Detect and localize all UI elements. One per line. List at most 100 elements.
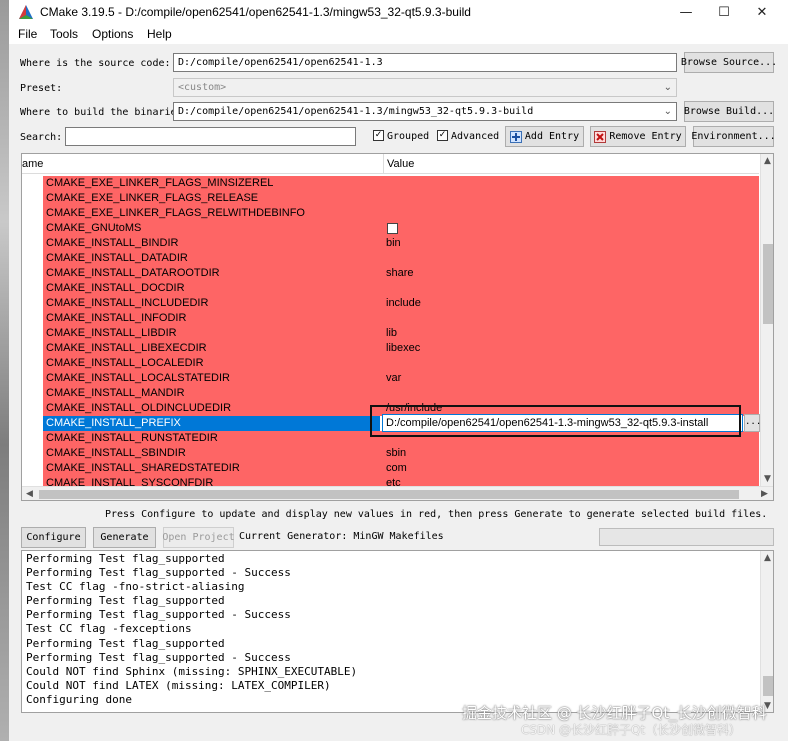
table-row[interactable]: CMAKE_INSTALL_DATAROOTDIR share — [43, 266, 759, 281]
progress-bar — [599, 528, 774, 546]
cache-variables-table: ame Value CMAKE_EXE_LINKER_FLAGS_MINSIZE… — [21, 153, 774, 501]
log-line: Performing Test flag_supported - Success — [26, 608, 291, 622]
table-row[interactable]: CMAKE_EXE_LINKER_FLAGS_RELWITHDEBINFO — [43, 206, 759, 221]
row-value: libexec — [386, 342, 421, 354]
open-project-button[interactable]: Open Project — [162, 527, 235, 548]
row-name: CMAKE_INSTALL_SBINDIR — [46, 447, 186, 459]
table-rows: CMAKE_EXE_LINKER_FLAGS_MINSIZEREL CMAKE_E… — [43, 176, 759, 486]
table-row[interactable]: CMAKE_INSTALL_LOCALSTATEDIR var — [43, 371, 759, 386]
row-value: com — [386, 462, 407, 474]
menu-options[interactable]: Options — [92, 27, 133, 41]
log-line: Performing Test flag_supported — [26, 552, 225, 565]
row-name: CMAKE_INSTALL_LOCALEDIR — [46, 357, 204, 369]
row-name: CMAKE_INSTALL_SHAREDSTATEDIR — [46, 462, 240, 474]
row-name: CMAKE_GNUtoMS — [46, 222, 142, 234]
table-row[interactable]: CMAKE_INSTALL_BINDIR bin — [43, 236, 759, 251]
column-header-value[interactable]: Value — [387, 158, 414, 170]
advanced-checkbox[interactable]: ✓ — [437, 130, 448, 141]
table-row[interactable]: CMAKE_INSTALL_SBINDIR sbin — [43, 446, 759, 461]
table-row[interactable]: CMAKE_EXE_LINKER_FLAGS_MINSIZEREL — [43, 176, 759, 191]
row-name: CMAKE_INSTALL_RUNSTATEDIR — [46, 432, 218, 444]
log-scrollbar[interactable]: ▲ ▼ — [760, 551, 773, 712]
column-divider — [383, 154, 384, 174]
configure-hint-text: Press Configure to update and display ne… — [105, 509, 768, 520]
table-row[interactable]: CMAKE_INSTALL_SHAREDSTATEDIR com — [43, 461, 759, 476]
maximize-button[interactable]: ☐ — [705, 0, 743, 24]
minimize-icon: — — [679, 4, 693, 20]
remove-entry-label: Remove Entry — [609, 131, 682, 142]
table-row[interactable]: CMAKE_INSTALL_DATADIR — [43, 251, 759, 266]
table-row[interactable]: CMAKE_INSTALL_LIBDIR lib — [43, 326, 759, 341]
current-generator-text: Current Generator: MinGW Makefiles — [239, 531, 444, 542]
row-value-checkbox[interactable] — [387, 223, 398, 234]
browse-build-button[interactable]: Browse Build... — [684, 101, 774, 122]
preset-select[interactable]: <custom> ⌄ — [173, 78, 677, 97]
scroll-left-icon[interactable]: ◀ — [26, 489, 33, 499]
row-value: etc — [386, 477, 401, 486]
build-path-combobox[interactable]: D:/compile/open62541/open62541-1.3/mingw… — [173, 102, 677, 121]
table-row[interactable]: CMAKE_INSTALL_LOCALEDIR — [43, 356, 759, 371]
chevron-down-icon: ⌄ — [663, 106, 672, 117]
environment-button[interactable]: Environment... — [691, 126, 776, 147]
vertical-scrollbar[interactable]: ▲ ▼ — [760, 154, 773, 486]
row-name: CMAKE_EXE_LINKER_FLAGS_RELWITHDEBINFO — [46, 207, 305, 219]
menu-bar: File Tools Options Help — [9, 24, 788, 44]
grouped-checkbox[interactable]: ✓ — [373, 130, 384, 141]
add-entry-button[interactable]: Add Entry — [505, 126, 584, 147]
scroll-up-icon[interactable]: ▲ — [764, 156, 771, 166]
source-path-input[interactable]: D:/compile/open62541/open62541-1.3 — [173, 53, 677, 72]
log-line: Could NOT find LATEX (missing: LATEX_COM… — [26, 678, 331, 692]
table-row[interactable]: CMAKE_EXE_LINKER_FLAGS_RELEASE — [43, 191, 759, 206]
log-line: Could NOT find Sphinx (missing: SPHINX_E… — [26, 664, 358, 678]
watermark-text: 掘金技术社区 @ 长沙红胖子Qt_长沙创微智科 — [462, 704, 767, 722]
close-button[interactable]: ✕ — [743, 0, 781, 24]
install-prefix-browse-button[interactable]: ... — [744, 414, 761, 432]
log-line: Test CC flag -fno-strict-aliasing — [26, 580, 245, 594]
tree-indent-column — [23, 176, 43, 486]
table-row[interactable]: CMAKE_GNUtoMS — [43, 221, 759, 236]
row-name: CMAKE_INSTALL_LIBEXECDIR — [46, 342, 207, 354]
row-name: CMAKE_INSTALL_LIBDIR — [46, 327, 177, 339]
menu-help[interactable]: Help — [147, 27, 172, 41]
table-row[interactable]: CMAKE_INSTALL_SYSCONFDIR etc — [43, 476, 759, 486]
log-scroll-thumb[interactable] — [763, 676, 773, 696]
horizontal-scrollbar[interactable]: ◀ ▶ — [22, 486, 773, 500]
row-name: CMAKE_EXE_LINKER_FLAGS_RELEASE — [46, 192, 259, 204]
minimize-button[interactable]: — — [667, 0, 705, 24]
cmake-logo-icon — [19, 5, 33, 19]
table-row[interactable]: CMAKE_INSTALL_MANDIR — [43, 386, 759, 401]
row-name: CMAKE_INSTALL_DATADIR — [46, 252, 188, 264]
row-name: CMAKE_INSTALL_DOCDIR — [46, 282, 185, 294]
chevron-down-icon: ⌄ — [663, 82, 672, 93]
scroll-down-icon[interactable]: ▼ — [764, 474, 771, 484]
table-row[interactable]: CMAKE_INSTALL_RUNSTATEDIR — [43, 431, 759, 446]
menu-file[interactable]: File — [18, 27, 37, 41]
column-header-name[interactable]: ame — [22, 158, 43, 170]
background-window-strip — [0, 0, 9, 741]
log-line: Performing Test flag_supported - Success — [26, 566, 291, 580]
table-row[interactable]: CMAKE_INSTALL_INFODIR — [43, 311, 759, 326]
scroll-right-icon[interactable]: ▶ — [761, 489, 768, 499]
close-icon: ✕ — [756, 4, 768, 20]
preset-label: Preset: — [20, 83, 63, 94]
window-title: CMake 3.19.5 - D:/compile/open62541/open… — [40, 5, 471, 19]
vertical-scroll-thumb[interactable] — [763, 244, 773, 324]
table-row[interactable]: CMAKE_INSTALL_LIBEXECDIR libexec — [43, 341, 759, 356]
row-value: /usr/include — [386, 402, 443, 414]
horizontal-scroll-thumb[interactable] — [39, 490, 739, 499]
row-value: var — [386, 372, 402, 384]
scroll-up-icon[interactable]: ▲ — [764, 553, 771, 563]
log-line: Performing Test flag_supported — [26, 594, 225, 608]
output-log[interactable]: Performing Test flag_supported Performing… — [21, 550, 774, 713]
menu-tools[interactable]: Tools — [50, 27, 78, 41]
remove-entry-button[interactable]: Remove Entry — [590, 126, 686, 147]
configure-button[interactable]: Configure — [21, 527, 86, 548]
search-input[interactable] — [65, 127, 356, 146]
table-row[interactable]: CMAKE_INSTALL_DOCDIR — [43, 281, 759, 296]
generate-button[interactable]: Generate — [93, 527, 156, 548]
browse-source-button[interactable]: Browse Source... — [681, 52, 777, 73]
table-row[interactable]: CMAKE_INSTALL_INCLUDEDIR include — [43, 296, 759, 311]
row-value: sbin — [386, 447, 407, 459]
row-name: CMAKE_INSTALL_LOCALSTATEDIR — [46, 372, 230, 384]
install-prefix-editor[interactable]: D:/compile/open62541/open62541-1.3-mingw… — [382, 414, 743, 432]
